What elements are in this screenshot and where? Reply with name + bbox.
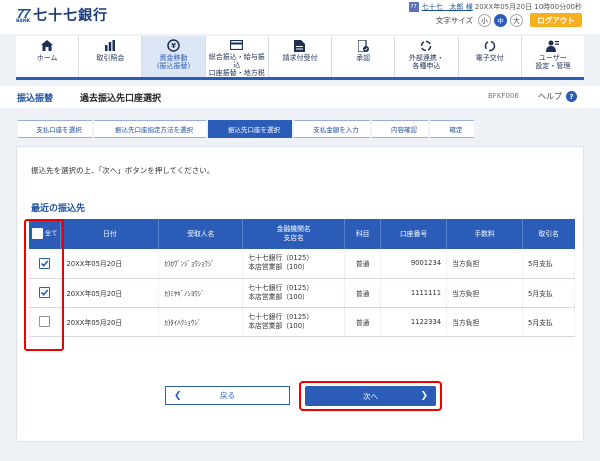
row-fee: 当方負担 <box>446 249 523 279</box>
table-row: 20XX年05月20日 ｶ)ﾀｲﾊｸｼｮｳｼﾞ 七十七銀行（0125） 本店営業部… <box>29 307 575 337</box>
row-memo: 5月支払 <box>522 307 575 337</box>
table-row: 20XX年05月20日 ｶ)ｶﾜﾞﾝｼﾞｮｳｼｮｳｼﾞ 七十七銀行（0125）本… <box>29 249 575 279</box>
step-6: 確定 <box>430 120 474 138</box>
step-1: 支払口座を選択 <box>18 120 92 138</box>
nav-inquiry[interactable]: 取引照会 <box>79 36 143 77</box>
approve-icon <box>357 39 369 52</box>
row-type: 普通 <box>344 307 382 337</box>
row-bank: 七十七銀行（0125） 本店営業部（100） <box>242 278 346 308</box>
user-info: 77 七十七 太郎 様 20XX年05月20日 10時00分00秒 <box>408 2 582 12</box>
row-type: 普通 <box>344 249 382 279</box>
row-payee: ｶ)ﾐﾔｷﾞﾉｼﾖｳｼﾞ <box>158 278 244 308</box>
header-fee: 手数料 <box>446 219 523 249</box>
font-size-small-button[interactable]: 小 <box>478 13 491 27</box>
help-icon: ? <box>566 91 577 102</box>
nav-bulk-transfer[interactable]: 総合振込・給与振込 口座振替・地方税 <box>206 36 269 77</box>
font-size-medium-button[interactable]: 中 <box>494 13 507 27</box>
nav-e-delivery[interactable]: 電子交付 <box>459 36 522 77</box>
link-icon <box>420 39 432 52</box>
svg-text:¥: ¥ <box>171 42 176 50</box>
page-title: 過去振込先口座選択 <box>80 94 162 104</box>
bank-name: 七十七銀行 <box>33 8 109 24</box>
row-date: 20XX年05月20日 <box>60 249 160 279</box>
nav-home[interactable]: ホーム <box>16 36 80 77</box>
header-memo: 取引名 <box>522 219 575 249</box>
step-2: 振込先口座指定方法を選択 <box>94 120 206 138</box>
font-size-control: 文字サイズ 小 中 大 ログアウト <box>436 13 582 27</box>
refresh-icon <box>484 39 496 52</box>
last-login-time: 20XX年05月20日 10時00分00秒 <box>474 3 582 11</box>
home-icon <box>41 39 54 52</box>
bank-logo[interactable]: 77 BANK 七十七銀行 <box>16 6 109 24</box>
row-date: 20XX年05月20日 <box>60 278 160 308</box>
row-account: 1122334 <box>380 307 448 337</box>
table-row: 20XX年05月20日 ｶ)ﾐﾔｷﾞﾉｼﾖｳｼﾞ 七十七銀行（0125） 本店営業… <box>29 278 575 308</box>
recent-payees-title: 最近の振込先 <box>31 204 86 214</box>
row-bank: 七十七銀行（0125） 本店営業部（100） <box>242 249 346 279</box>
step-5: 内容確認 <box>372 120 428 138</box>
row-payee: ｶ)ﾀｲﾊｸｼｮｳｼﾞ <box>158 307 244 337</box>
header-account: 口座番号 <box>380 219 448 249</box>
row-memo: 5月支払 <box>522 249 575 279</box>
row-memo: 5月支払 <box>522 278 575 308</box>
row-payee: ｶ)ｶﾜﾞﾝｼﾞｮｳｼｮｳｼﾞ <box>158 249 244 279</box>
header-type: 科目 <box>344 219 382 249</box>
bar-chart-icon <box>104 39 116 52</box>
user-badge-icon: 77 <box>408 2 419 12</box>
row-fee: 当方負担 <box>446 307 523 337</box>
document-icon <box>294 39 306 52</box>
progress-steps: 支払口座を選択 振込先口座指定方法を選択 振込先口座を選択 支払金額を入力 内容… <box>18 120 476 138</box>
header-bank: 金融機関名 支店名 <box>242 219 346 249</box>
instruction-text: 振込先を選択の上、「次へ」ボタンを押してください。 <box>31 166 215 175</box>
step-4: 支払金額を入力 <box>294 120 370 138</box>
next-button-highlight <box>299 381 442 411</box>
step-3-current: 振込先口座を選択 <box>208 120 292 138</box>
row-fee: 当方負担 <box>446 278 523 308</box>
font-size-large-button[interactable]: 大 <box>510 13 523 27</box>
nav-external[interactable]: 外部連携・ 各種申込 <box>395 36 459 77</box>
row-date: 20XX年05月20日 <box>60 307 160 337</box>
row-type: 普通 <box>344 278 382 308</box>
header-date: 日付 <box>60 219 160 249</box>
checkbox-highlight <box>24 219 64 351</box>
user-settings-icon <box>546 39 560 52</box>
nav-user-settings[interactable]: ユーザー 設定・管理 <box>522 36 584 77</box>
header-payee: 受取人名 <box>158 219 244 249</box>
section-name: 振込振替 <box>17 94 54 104</box>
user-name-link[interactable]: 七十七 太郎 様 <box>422 2 473 12</box>
title-bar: 振込振替 過去振込先口座選択 BFKF006 ヘルプ ? <box>0 86 600 108</box>
header: 77 BANK 七十七銀行 77 七十七 太郎 様 20XX年05月20日 10… <box>0 0 600 34</box>
help-link[interactable]: ヘルプ ? <box>538 91 577 102</box>
screen-code: BFKF006 <box>488 92 519 100</box>
nav-billing[interactable]: 請求付受付 <box>269 36 333 77</box>
nav-approval[interactable]: 承認 <box>332 36 396 77</box>
row-account: 1111111 <box>380 278 448 308</box>
recent-payees-table: 全て 日付 受取人名 金融機関名 支店名 科目 口座番号 手数料 取引名 20X… <box>29 219 575 337</box>
transfer-icon: ¥ <box>167 39 180 52</box>
row-account: 9001234 <box>380 249 448 279</box>
main-nav: ホーム 取引照会 ¥ 資金移動 (振込振替) 総合振込・給与振込 口座振替・地方… <box>16 36 584 80</box>
nav-transfer[interactable]: ¥ 資金移動 (振込振替) <box>142 36 206 77</box>
font-size-label: 文字サイズ <box>435 15 473 25</box>
back-button[interactable]: ❮ 戻る <box>165 386 290 405</box>
logo-mark: 77 BANK <box>16 6 31 24</box>
row-bank: 七十七銀行（0125） 本店営業部（100） <box>242 307 346 337</box>
chevron-left-icon: ❮ <box>174 390 182 401</box>
card-icon <box>230 39 244 51</box>
logout-button[interactable]: ログアウト <box>530 13 582 27</box>
